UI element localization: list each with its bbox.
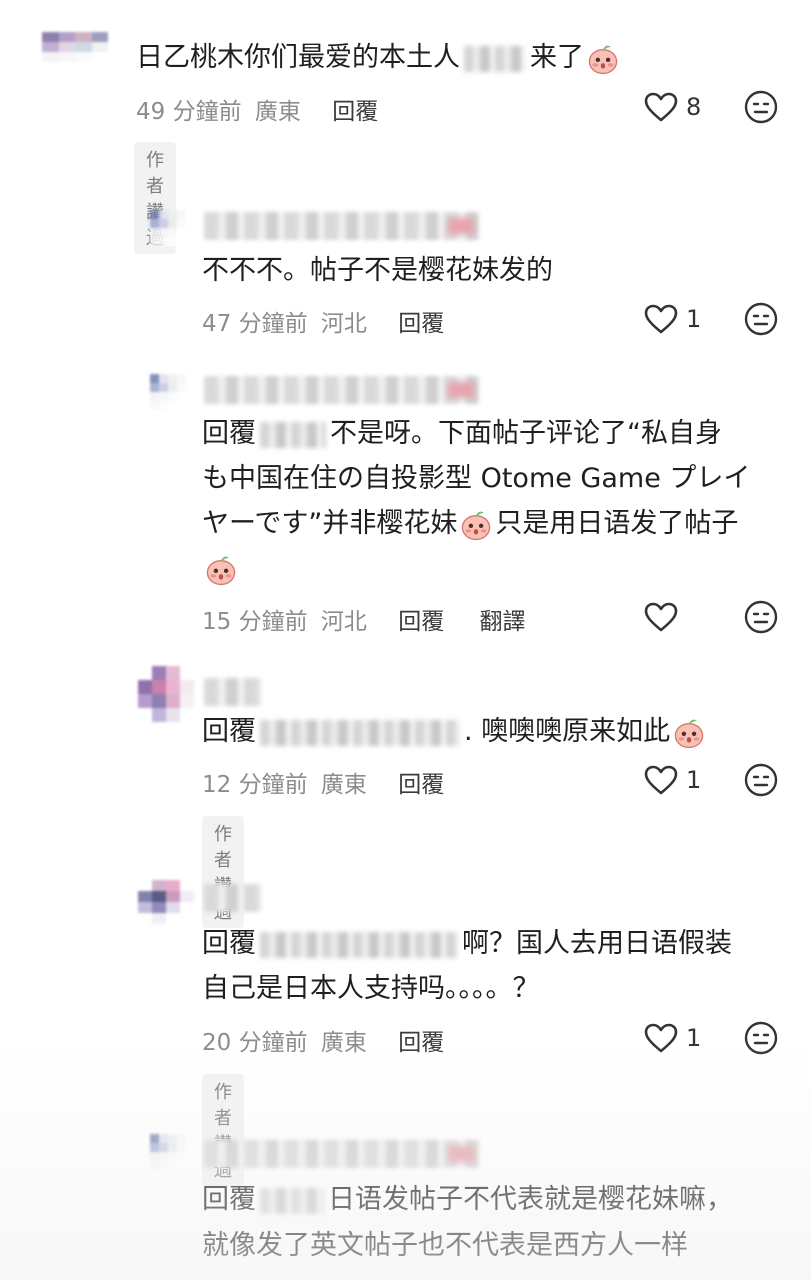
comment-text: 回覆. 噢噢噢原来如此: [202, 708, 708, 755]
redacted-username[interactable]: [204, 376, 480, 404]
redacted-username[interactable]: [204, 212, 480, 240]
avatar[interactable]: [138, 666, 194, 722]
comment-meta: 12 分鐘前 廣東 回覆: [202, 765, 450, 799]
like-button[interactable]: 8: [644, 92, 701, 122]
comment-time: 15 分鐘前: [202, 609, 308, 635]
redacted-username[interactable]: [204, 1140, 480, 1168]
comment-meta: 49 分鐘前 廣東 回覆: [136, 92, 384, 126]
like-button[interactable]: 1: [644, 765, 701, 795]
author-liked-badge: 作者讚過: [202, 1074, 244, 1186]
reply-button[interactable]: 回覆: [398, 1030, 444, 1056]
reply-button[interactable]: 回覆: [398, 772, 444, 798]
comment-region: 廣東: [254, 99, 301, 125]
avatar[interactable]: [150, 374, 186, 410]
comment-text-line: 就像发了英文帖子也不代表是西方人一样: [202, 1230, 688, 1261]
reply-button[interactable]: 回覆: [398, 311, 444, 337]
comment-region: 廣東: [320, 1030, 367, 1056]
comment-time: 47 分鐘前: [202, 311, 308, 337]
comment-meta: 20 分鐘前 廣東 回覆: [202, 1023, 450, 1057]
comment-text-line: 自己是日本人支持吗。。。。？: [202, 973, 540, 1004]
reply-button[interactable]: 回覆: [332, 99, 378, 125]
heart-outline-icon: [644, 92, 678, 122]
comment-text: 回覆 日语发帖子不代表就是樱花妹嘛，: [202, 1184, 733, 1215]
avatar[interactable]: [42, 32, 108, 72]
comment-time: 20 分鐘前: [202, 1030, 308, 1056]
neutral-face-icon[interactable]: [744, 1021, 778, 1055]
comment-time: 49 分鐘前: [136, 99, 242, 125]
comment-text-line: も中国在住の自投影型 Otome Game プレイ: [202, 463, 751, 494]
like-count: 1: [686, 1024, 702, 1052]
reply-prefix: 回覆: [202, 928, 256, 959]
avatar[interactable]: [138, 880, 194, 924]
neutral-face-icon[interactable]: [744, 302, 778, 336]
comment-text: 不不不。帖子不是樱花妹发的: [202, 255, 553, 286]
neutral-face-icon[interactable]: [744, 600, 778, 634]
redacted-username: [260, 719, 460, 746]
like-button[interactable]: 1: [644, 304, 701, 334]
heart-outline-icon: [644, 765, 678, 795]
reply-button[interactable]: 回覆: [398, 609, 444, 635]
like-count: 1: [686, 305, 702, 333]
like-count: 8: [686, 93, 702, 121]
comment-region: 河北: [320, 609, 367, 635]
comment-text: 回覆 啊？国人去用日语假装: [202, 928, 732, 959]
comment-meta: 15 分鐘前 河北 回覆 翻譯: [202, 602, 532, 636]
comment-text: 日乙桃木你们最爱的本土人 来了: [136, 34, 622, 81]
like-button[interactable]: [644, 602, 678, 632]
neutral-face-icon[interactable]: [744, 90, 778, 124]
like-count: 1: [686, 766, 702, 794]
peach-blush-emoji: [204, 553, 238, 587]
redacted-username[interactable]: [204, 884, 262, 912]
heart-outline-icon: [644, 304, 678, 334]
redacted-username: [260, 931, 458, 958]
redacted-username: [260, 1187, 324, 1214]
avatar[interactable]: [150, 1134, 186, 1170]
peach-blush-emoji: [459, 508, 493, 542]
reply-prefix: 回覆: [202, 418, 256, 449]
reply-prefix: 回覆: [202, 716, 256, 747]
heart-outline-icon: [644, 602, 678, 632]
comment-text-line: [202, 545, 240, 592]
avatar[interactable]: [150, 210, 186, 246]
redacted-username: [260, 421, 326, 448]
peach-blush-emoji: [586, 42, 620, 76]
neutral-face-icon[interactable]: [744, 763, 778, 797]
comment-meta: 47 分鐘前 河北 回覆: [202, 304, 450, 338]
comment-region: 河北: [320, 311, 367, 337]
comment-region: 廣東: [320, 772, 367, 798]
comment-time: 12 分鐘前: [202, 772, 308, 798]
translate-button[interactable]: 翻譯: [480, 609, 526, 635]
peach-blush-emoji: [672, 716, 706, 750]
like-button[interactable]: 1: [644, 1023, 701, 1053]
reply-prefix: 回覆: [202, 1184, 256, 1215]
heart-outline-icon: [644, 1023, 678, 1053]
redacted-username[interactable]: [204, 678, 262, 706]
comment-text-line: ヤーです”并非樱花妹 只是用日语发了帖子: [202, 500, 738, 547]
redacted-username: [464, 45, 526, 72]
comment-text: 回覆 不是呀。下面帖子评论了“私自身: [202, 418, 722, 449]
